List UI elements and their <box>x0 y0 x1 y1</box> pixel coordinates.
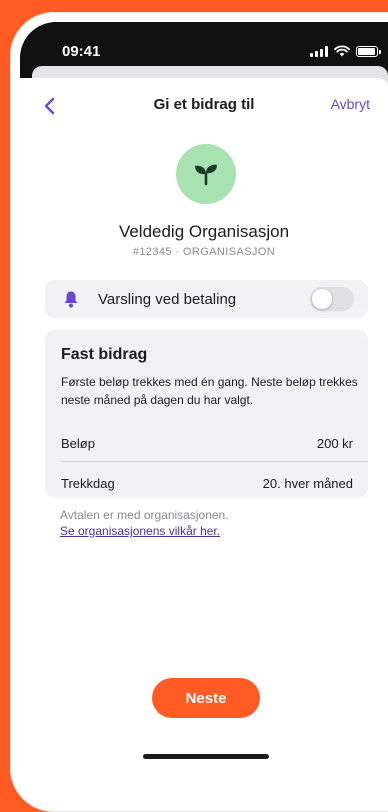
battery-icon <box>356 45 381 57</box>
amount-label: Beløp <box>61 435 95 451</box>
nav-bar: Gi et bidrag til Avbryt <box>20 78 388 134</box>
notification-label: Varsling ved betaling <box>98 291 237 308</box>
withdrawal-day-row[interactable]: Trekkdag 20. hver måned <box>61 466 353 500</box>
signal-icon <box>310 45 328 57</box>
status-time: 09:41 <box>62 43 101 60</box>
bell-icon <box>64 291 78 308</box>
amount-value: 200 kr <box>316 435 353 451</box>
organization-avatar <box>176 144 236 204</box>
divider <box>61 461 368 462</box>
notification-row: Varsling ved betaling <box>45 280 368 318</box>
withdrawal-day-value: 20. hver måned <box>262 475 353 491</box>
cancel-button[interactable]: Avbryt <box>331 96 370 112</box>
terms-link[interactable]: Se organisasjonens vilkår her. <box>60 524 220 538</box>
next-button[interactable]: Neste <box>152 678 260 718</box>
phone-screen: 09:41 Gi et bidrag til Avbryt Veldedig O… <box>20 22 388 802</box>
amount-row[interactable]: Beløp 200 kr <box>61 426 353 460</box>
withdrawal-day-label: Trekkdag <box>61 475 115 491</box>
card-description: Første beløp trekkes med én gang. Neste … <box>61 375 358 407</box>
status-icons <box>310 45 381 57</box>
organization-name: Veldedig Organisasjon <box>118 222 290 241</box>
home-indicator <box>143 754 269 759</box>
notification-toggle[interactable] <box>310 287 354 311</box>
organization-meta: #12345 · ORGANISASJON <box>132 246 276 258</box>
wifi-icon <box>334 45 350 57</box>
card-title: Fast bidrag <box>61 346 148 363</box>
donation-sheet: Gi et bidrag til Avbryt Veldedig Organis… <box>20 78 388 802</box>
fixed-donation-card: Fast bidrag Første beløp trekkes med én … <box>45 330 368 498</box>
sprout-icon <box>195 164 217 186</box>
agreement-text: Avtalen er med organisasjonen. <box>60 508 229 522</box>
toggle-knob <box>312 289 332 309</box>
